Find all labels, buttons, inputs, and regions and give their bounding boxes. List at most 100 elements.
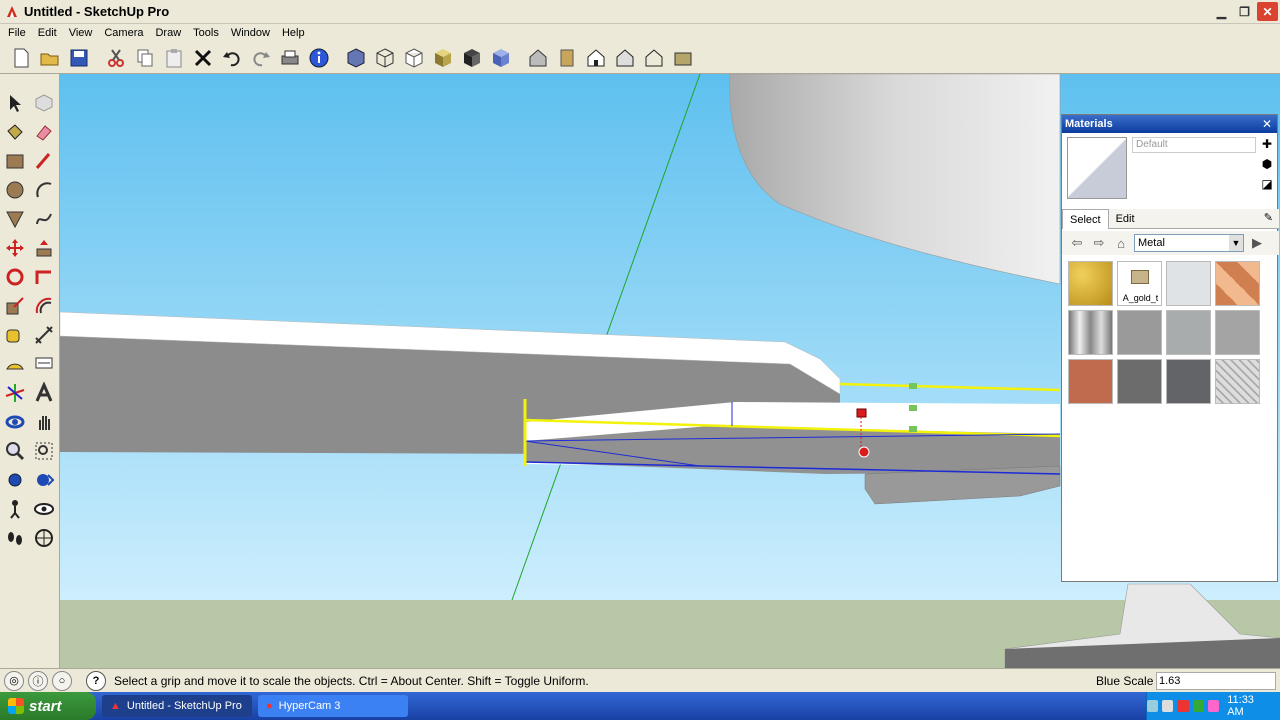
move-tool[interactable] (0, 233, 29, 262)
redo-button[interactable] (246, 44, 275, 72)
material-swatch-dark-aluminum[interactable] (1166, 310, 1211, 355)
material-swatch-dark-steel[interactable] (1117, 359, 1162, 404)
shaded-textures-button[interactable] (457, 44, 486, 72)
minimize-button[interactable]: ▁ (1211, 2, 1232, 21)
create-material-icon[interactable]: ✚ (1259, 137, 1275, 157)
material-name-field[interactable]: Default (1132, 137, 1256, 153)
shaded-button[interactable] (428, 44, 457, 72)
security-icon[interactable] (1207, 700, 1220, 712)
zoom-extents-tool[interactable] (0, 465, 29, 494)
polygon-tool[interactable] (0, 204, 29, 233)
view-left-button[interactable] (668, 44, 697, 72)
protractor-tool[interactable] (0, 349, 29, 378)
network-icon[interactable] (1146, 700, 1159, 712)
paint-bucket-tool[interactable] (0, 117, 29, 146)
menu-tools[interactable]: Tools (187, 27, 225, 39)
circle-tool[interactable] (0, 175, 29, 204)
scale-grip-active[interactable] (856, 408, 867, 418)
line-tool[interactable] (29, 146, 58, 175)
look-around-tool[interactable] (29, 494, 58, 523)
taskbar-item-hypercam[interactable]: ● HyperCam 3 (258, 695, 408, 717)
dimension-tool[interactable] (29, 320, 58, 349)
close-icon[interactable]: ✕ (1260, 117, 1274, 131)
tab-edit[interactable]: Edit (1109, 209, 1142, 229)
3d-text-tool[interactable] (29, 378, 58, 407)
paste-button[interactable] (159, 44, 188, 72)
tab-select[interactable]: Select (1062, 208, 1109, 229)
material-swatch-copper-diamond[interactable] (1215, 261, 1260, 306)
push-pull-tool[interactable] (29, 233, 58, 262)
rectangle-tool[interactable] (0, 146, 29, 175)
material-swatch-folder[interactable]: A_gold_t (1117, 261, 1162, 306)
start-button[interactable]: start (0, 692, 96, 720)
maximize-button[interactable]: ❐ (1234, 2, 1255, 21)
material-swatch-steel-cross[interactable] (1117, 310, 1162, 355)
material-swatch-dark-mesh[interactable] (1166, 359, 1211, 404)
print-button[interactable] (275, 44, 304, 72)
material-swatch-gold-texture[interactable] (1068, 261, 1113, 306)
default-material-icon[interactable]: ◪ (1259, 177, 1275, 197)
pan-tool[interactable] (29, 407, 58, 436)
follow-me-tool[interactable] (29, 262, 58, 291)
make-component-tool[interactable] (29, 88, 58, 117)
select-tool[interactable] (0, 88, 29, 117)
sample-paint-icon[interactable]: ⬢ (1259, 157, 1275, 177)
view-right-button[interactable] (610, 44, 639, 72)
library-dropdown[interactable]: Metal ▼ (1134, 234, 1244, 252)
arc-tool[interactable] (29, 175, 58, 204)
taskbar-item-sketchup[interactable]: ▲ Untitled - SketchUp Pro (102, 695, 252, 717)
material-swatch-light-aluminum[interactable] (1166, 261, 1211, 306)
material-swatch-diamond-plate[interactable] (1215, 359, 1260, 404)
section-plane-tool[interactable] (29, 523, 58, 552)
scale-grip[interactable] (909, 405, 917, 411)
tape-measure-tool[interactable] (0, 320, 29, 349)
view-front-button[interactable] (552, 44, 581, 72)
measurements-box[interactable]: 1.63 (1156, 672, 1276, 690)
help-icon[interactable]: ? (86, 670, 106, 691)
material-swatch-rust[interactable] (1068, 359, 1113, 404)
details-arrow-icon[interactable]: ▶ (1248, 234, 1266, 252)
menu-file[interactable]: File (2, 27, 32, 39)
position-camera-tool[interactable] (0, 494, 29, 523)
open-button[interactable] (35, 44, 64, 72)
back-arrow-icon[interactable]: ⇦ (1068, 234, 1086, 252)
top-view-button[interactable] (370, 44, 399, 72)
volume-icon[interactable] (1162, 700, 1174, 712)
forward-arrow-icon[interactable]: ⇨ (1090, 234, 1108, 252)
zoom-window-tool[interactable] (29, 436, 58, 465)
credits-icon[interactable]: ⓘ (28, 670, 48, 691)
cut-button[interactable] (101, 44, 130, 72)
model-info-button[interactable] (304, 44, 333, 72)
home-icon[interactable]: ⌂ (1112, 234, 1130, 252)
orbit-tool[interactable] (0, 407, 29, 436)
close-button[interactable]: ✕ (1257, 2, 1278, 21)
scale-grip[interactable] (909, 426, 917, 432)
scale-tool[interactable] (0, 291, 29, 320)
axes-tool[interactable] (0, 378, 29, 407)
text-tool[interactable] (29, 349, 58, 378)
menu-camera[interactable]: Camera (98, 27, 149, 39)
monochrome-button[interactable] (486, 44, 515, 72)
view-house-front-button[interactable] (581, 44, 610, 72)
menu-edit[interactable]: Edit (32, 27, 63, 39)
view-back-button[interactable] (639, 44, 668, 72)
previous-view-tool[interactable] (29, 465, 58, 494)
new-file-button[interactable] (6, 44, 35, 72)
walk-tool[interactable] (0, 523, 29, 552)
iso-view-button[interactable] (341, 44, 370, 72)
view-iso-house-button[interactable] (523, 44, 552, 72)
menu-window[interactable]: Window (225, 27, 276, 39)
update-icon[interactable] (1192, 700, 1204, 712)
rotate-tool[interactable] (0, 262, 29, 291)
menu-view[interactable]: View (63, 27, 99, 39)
zoom-tool[interactable] (0, 436, 29, 465)
freehand-tool[interactable] (29, 204, 58, 233)
eyedropper-icon[interactable]: ✎ (1264, 211, 1273, 224)
undo-button[interactable] (217, 44, 246, 72)
user-icon[interactable]: ○ (52, 670, 72, 691)
geo-location-icon[interactable]: ◎ (4, 670, 24, 691)
menu-draw[interactable]: Draw (149, 27, 187, 39)
offset-tool[interactable] (29, 291, 58, 320)
menu-help[interactable]: Help (276, 27, 311, 39)
save-button[interactable] (64, 44, 93, 72)
